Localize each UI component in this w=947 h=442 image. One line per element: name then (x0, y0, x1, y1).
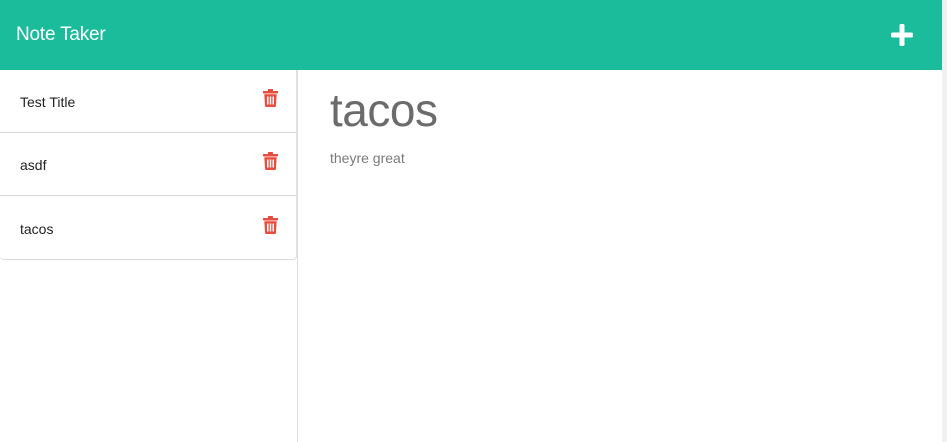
page-scrollbar[interactable] (942, 0, 947, 442)
navbar: Note Taker (0, 0, 942, 70)
app-title[interactable]: Note Taker (16, 24, 106, 46)
plus-icon (891, 24, 913, 46)
trash-icon[interactable] (263, 89, 278, 107)
note-list-title: tacos (20, 220, 54, 237)
trash-icon[interactable] (263, 152, 278, 170)
new-note-button[interactable] (891, 24, 913, 46)
note-list: Test Title asdf tacos (0, 70, 297, 260)
note-title-input[interactable]: tacos (330, 84, 910, 136)
list-item[interactable]: tacos (0, 196, 296, 259)
notes-sidebar: Test Title asdf tacos (0, 70, 298, 442)
trash-icon[interactable] (263, 215, 278, 234)
note-text-area[interactable]: theyre great (330, 150, 910, 166)
note-list-title: asdf (20, 157, 47, 173)
list-item[interactable]: asdf (0, 133, 296, 196)
list-item[interactable]: Test Title (0, 70, 296, 133)
note-editor: tacos theyre great (298, 70, 942, 442)
note-list-title: Test Title (20, 94, 76, 110)
